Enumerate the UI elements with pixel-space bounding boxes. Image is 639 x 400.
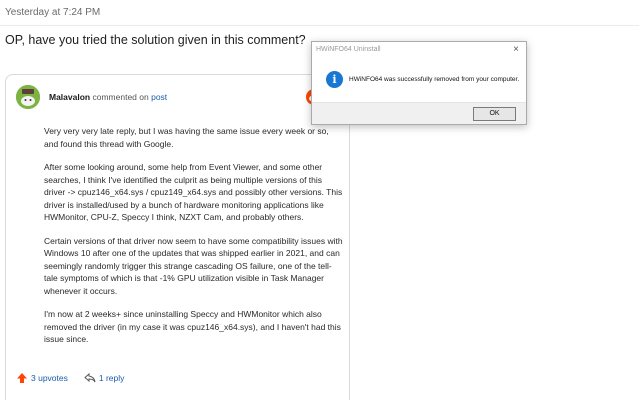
close-icon[interactable]: × — [513, 44, 519, 55]
dialog-message: HWiNFO64 was successfully removed from y… — [349, 76, 520, 83]
info-icon: i — [326, 71, 343, 88]
reply-count[interactable]: 1 reply — [99, 373, 125, 383]
upvote-count[interactable]: 3 upvotes — [31, 373, 68, 383]
comment-header: Malavalon commented on post — [49, 92, 167, 102]
author-name[interactable]: Malavalon — [49, 92, 90, 102]
upvote-icon[interactable] — [16, 372, 28, 384]
snoo-avatar-icon — [16, 85, 40, 109]
ok-button[interactable]: OK — [473, 107, 516, 121]
comment-paragraph: After some looking around, some help fro… — [44, 162, 343, 222]
dialog-title: HWiNFO64 Uninstall — [316, 46, 381, 53]
uninstall-dialog: HWiNFO64 Uninstall × i HWiNFO64 was succ… — [311, 41, 527, 125]
comment-paragraph: Certain versions of that driver now seem… — [44, 235, 343, 296]
comment-actions: 3 upvotes 1 reply — [16, 372, 124, 384]
post-link[interactable]: post — [151, 92, 167, 102]
comment-body: Very very very late reply, but I was hav… — [44, 125, 344, 357]
dialog-footer: OK — [312, 102, 526, 124]
divider — [0, 25, 639, 26]
action-text: commented on — [92, 92, 149, 102]
avatar[interactable] — [16, 85, 40, 109]
reply-icon[interactable] — [84, 372, 96, 384]
thread-timestamp: Yesterday at 7:24 PM — [5, 7, 101, 18]
comment-paragraph: I'm now at 2 weeks+ since uninstalling S… — [44, 309, 341, 344]
thread-question: OP, have you tried the solution given in… — [5, 33, 306, 47]
comment-paragraph: Very very very late reply, but I was hav… — [44, 126, 329, 149]
embedded-comment-card: Malavalon commented on post Very very ve… — [5, 74, 350, 400]
